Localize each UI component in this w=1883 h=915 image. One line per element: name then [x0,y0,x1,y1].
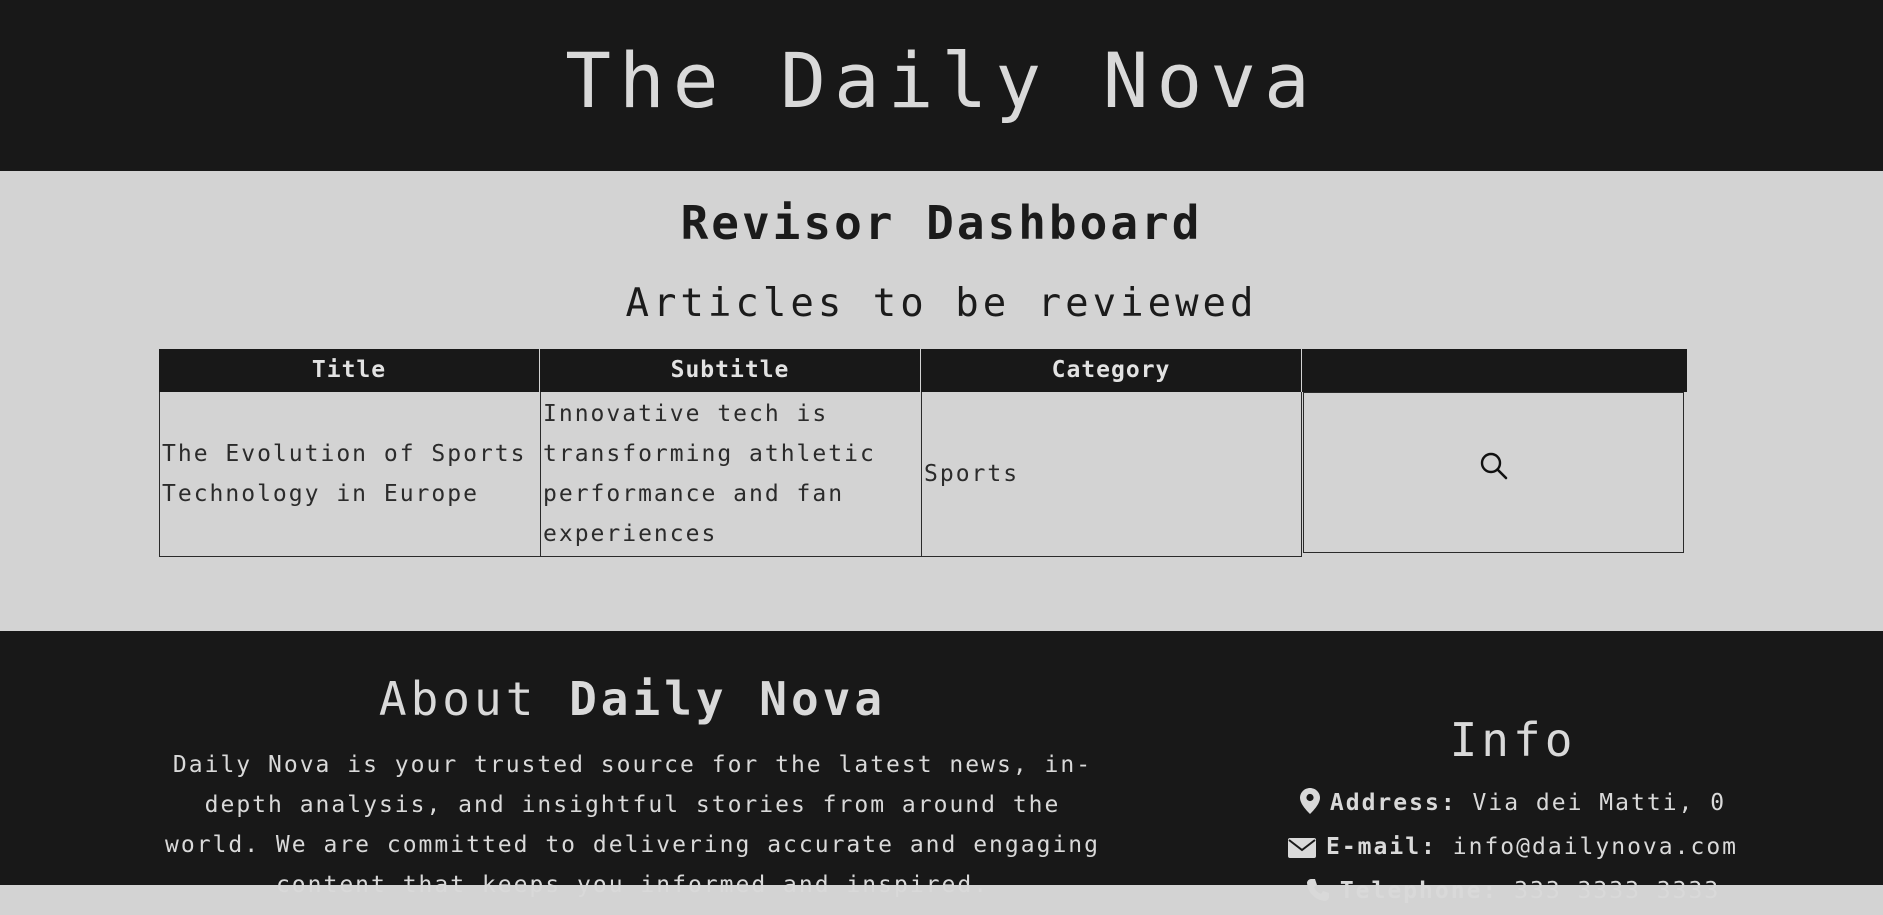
info-telephone: Telephone: 333 3333 3333 [1265,871,1761,915]
info-heading: Info [1449,713,1577,767]
location-pin-icon [1299,787,1320,827]
column-header-subtitle: Subtitle [540,349,921,392]
articles-table: Title Subtitle Category The Evolution of… [159,349,1687,557]
section-subtitle: Articles to be reviewed [625,281,1258,326]
about-heading: About Daily Nova [0,671,1265,727]
main-content: Revisor Dashboard Articles to be reviewe… [0,171,1883,631]
cell-title: The Evolution of Sports Technology in Eu… [159,392,540,557]
info-list: Address: Via dei Matti, 0 E-mail: info@d… [1265,783,1761,915]
search-icon [1479,451,1509,494]
envelope-icon [1287,831,1316,871]
page-title: Revisor Dashboard [680,196,1203,250]
about-text: Daily Nova is your trusted source for th… [165,752,1100,898]
cell-category: Sports [921,392,1302,557]
table-row: The Evolution of Sports Technology in Eu… [159,392,1687,557]
address-value: Via dei Matti, 0 [1472,790,1727,816]
info-email: E-mail: info@dailynova.com [1265,827,1761,871]
phone-label: Telephone: [1339,878,1499,904]
about-brand: Daily Nova [569,672,887,726]
info-address: Address: Via dei Matti, 0 [1265,783,1761,827]
email-label: E-mail: [1325,834,1437,860]
table-header: Title Subtitle Category [159,349,1687,392]
column-header-title: Title [159,349,540,392]
cell-subtitle: Innovative tech is transforming athletic… [540,392,921,557]
column-header-category: Category [921,349,1302,392]
about-prefix: About [378,672,538,726]
review-article-button[interactable] [1303,392,1684,553]
email-value[interactable]: info@dailynova.com [1453,834,1738,860]
column-header-actions [1302,349,1687,392]
site-header: The Daily Nova [0,0,1883,171]
phone-value[interactable]: 333 3333 3333 [1514,878,1720,904]
phone-icon [1306,875,1330,915]
address-label: Address: [1329,790,1457,816]
site-footer: About Daily Nova Daily Nova is your trus… [0,631,1883,904]
site-brand[interactable]: The Daily Nova [0,36,1883,126]
